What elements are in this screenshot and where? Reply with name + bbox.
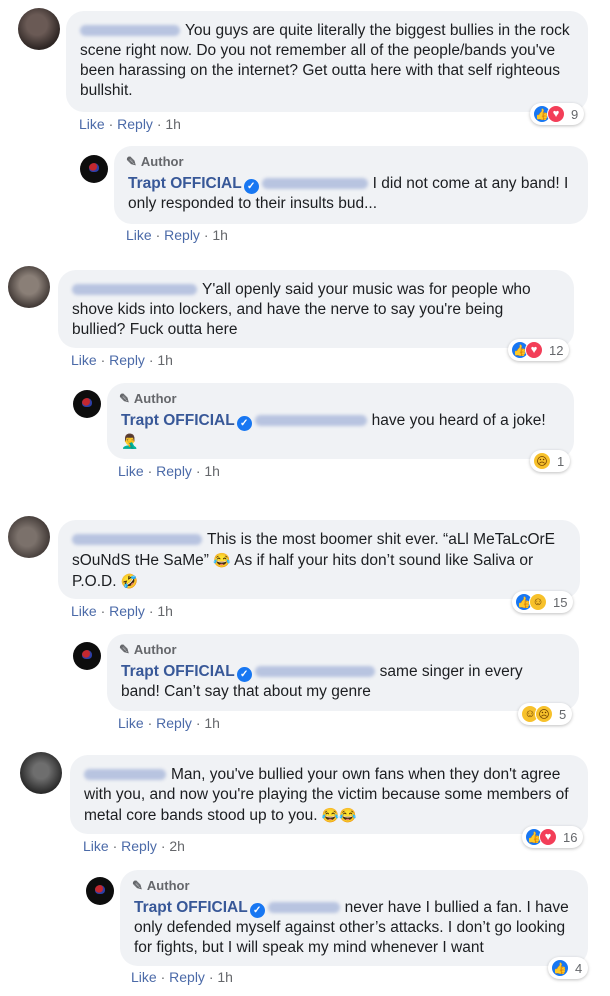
like-link[interactable]: Like: [71, 352, 97, 368]
commenter-avatar[interactable]: [8, 516, 50, 558]
pencil-icon: ✎: [119, 642, 130, 657]
reply-link[interactable]: Reply: [156, 463, 192, 479]
like-link[interactable]: Like: [79, 116, 105, 132]
timestamp[interactable]: 1h: [212, 227, 228, 243]
author-name[interactable]: Trapt OFFICIAL: [128, 175, 242, 192]
reactions-summary[interactable]: 👍 ♥ 12: [508, 339, 570, 361]
reactions-summary[interactable]: ☺ ☹ 5: [518, 703, 573, 725]
like-link[interactable]: Like: [126, 227, 152, 243]
author-badge: ✎ Author: [119, 391, 177, 406]
haha-reaction-icon: ☺: [529, 593, 547, 611]
sad-reaction-icon: ☹: [533, 452, 551, 470]
reactions-summary[interactable]: 👍 4: [548, 957, 589, 979]
reply-bubble: ✎ Author Trapt OFFICIAL ✓ have you heard of…: [107, 383, 574, 459]
comment-bubble: Man, you've bullied your own fans when t…: [70, 755, 588, 834]
reply-bubble: ✎ Author Trapt OFFICIAL ✓ I did not come at…: [114, 146, 588, 224]
comment-actions: Like · Reply · 1h: [71, 352, 173, 368]
blurred-commenter-name[interactable]: [80, 25, 180, 37]
reply-actions: Like · Reply · 1h: [131, 969, 233, 985]
reply-actions: Like · Reply · 1h: [118, 715, 220, 731]
reply-actions: Like · Reply · 1h: [118, 463, 220, 479]
author-badge: ✎ Author: [132, 878, 190, 893]
blurred-mention[interactable]: [254, 415, 367, 427]
rofl-emoji: 🤣: [120, 573, 139, 589]
reaction-count: 15: [553, 594, 568, 610]
timestamp[interactable]: 2h: [169, 838, 185, 854]
verified-badge-icon: ✓: [236, 416, 252, 431]
like-link[interactable]: Like: [83, 838, 109, 854]
pencil-icon: ✎: [132, 878, 143, 893]
sad-reaction-icon: ☹: [535, 705, 553, 723]
like-link[interactable]: Like: [71, 603, 97, 619]
commenter-avatar[interactable]: [18, 8, 60, 50]
like-link[interactable]: Like: [118, 715, 144, 731]
reply-link[interactable]: Reply: [121, 838, 157, 854]
blurred-mention[interactable]: [267, 902, 340, 914]
comment-bubble: You guys are quite literally the biggest…: [66, 11, 588, 112]
author-name[interactable]: Trapt OFFICIAL: [121, 663, 235, 680]
trapt-avatar[interactable]: [86, 877, 114, 905]
blurred-commenter-name[interactable]: [84, 769, 166, 781]
timestamp[interactable]: 1h: [165, 116, 181, 132]
love-reaction-icon: ♥: [547, 105, 565, 123]
blurred-commenter-name[interactable]: [72, 534, 202, 546]
reaction-count: 5: [559, 706, 567, 722]
reaction-count: 1: [557, 453, 565, 469]
commenter-avatar[interactable]: [20, 752, 62, 794]
reply-bubble: ✎ Author Trapt OFFICIAL ✓ same singer in ev…: [107, 634, 579, 711]
comment-bubble: Y'all openly said your music was for peo…: [58, 270, 574, 348]
pencil-icon: ✎: [126, 154, 137, 169]
reply-text: have you heard of a joke!: [371, 412, 546, 429]
comment-actions: Like · Reply · 1h: [71, 603, 173, 619]
reply-link[interactable]: Reply: [164, 227, 200, 243]
blurred-mention[interactable]: [261, 178, 368, 190]
author-badge: ✎ Author: [126, 154, 184, 169]
laugh-cry-emoji: 😂: [339, 807, 357, 823]
facepalm-emoji: 🤦‍♂️: [121, 433, 139, 449]
timestamp[interactable]: 1h: [204, 463, 220, 479]
timestamp[interactable]: 1h: [217, 969, 233, 985]
love-reaction-icon: ♥: [539, 828, 557, 846]
timestamp[interactable]: 1h: [157, 352, 173, 368]
reactions-summary[interactable]: ☹ 1: [530, 450, 571, 472]
verified-badge-icon: ✓: [249, 903, 265, 918]
author-name[interactable]: Trapt OFFICIAL: [134, 899, 248, 916]
trapt-avatar[interactable]: [73, 642, 101, 670]
like-link[interactable]: Like: [118, 463, 144, 479]
laugh-cry-emoji: 😂: [321, 807, 340, 823]
reaction-count: 12: [549, 342, 564, 358]
reply-link[interactable]: Reply: [109, 603, 145, 619]
author-badge: ✎ Author: [119, 642, 177, 657]
love-reaction-icon: ♥: [525, 341, 543, 359]
reactions-summary[interactable]: 👍 ♥ 9: [530, 103, 585, 125]
reply-actions: Like · Reply · 1h: [126, 227, 228, 243]
reply-link[interactable]: Reply: [169, 969, 205, 985]
reply-link[interactable]: Reply: [156, 715, 192, 731]
timestamp[interactable]: 1h: [204, 715, 220, 731]
like-link[interactable]: Like: [131, 969, 157, 985]
commenter-avatar[interactable]: [8, 266, 50, 308]
pencil-icon: ✎: [119, 391, 130, 406]
blurred-commenter-name[interactable]: [72, 284, 197, 296]
reply-link[interactable]: Reply: [109, 352, 145, 368]
trapt-avatar[interactable]: [80, 155, 108, 183]
blurred-mention[interactable]: [254, 666, 375, 678]
like-reaction-icon: 👍: [551, 959, 569, 977]
reaction-count: 4: [575, 960, 583, 976]
comment-bubble: This is the most boomer shit ever. “aLl …: [58, 520, 580, 599]
timestamp[interactable]: 1h: [157, 603, 173, 619]
reply-link[interactable]: Reply: [117, 116, 153, 132]
comment-actions: Like · Reply · 2h: [83, 838, 185, 854]
reaction-count: 9: [571, 106, 579, 122]
reaction-count: 16: [563, 829, 578, 845]
author-name[interactable]: Trapt OFFICIAL: [121, 412, 235, 429]
verified-badge-icon: ✓: [236, 667, 252, 682]
reactions-summary[interactable]: 👍 ☺ 15: [512, 591, 574, 613]
reactions-summary[interactable]: 👍 ♥ 16: [522, 826, 584, 848]
comment-actions: Like · Reply · 1h: [79, 116, 181, 132]
verified-badge-icon: ✓: [243, 179, 259, 194]
laugh-cry-emoji: 😂: [213, 552, 231, 568]
reply-bubble: ✎ Author Trapt OFFICIAL ✓ never have I bull…: [120, 870, 588, 966]
trapt-avatar[interactable]: [73, 390, 101, 418]
